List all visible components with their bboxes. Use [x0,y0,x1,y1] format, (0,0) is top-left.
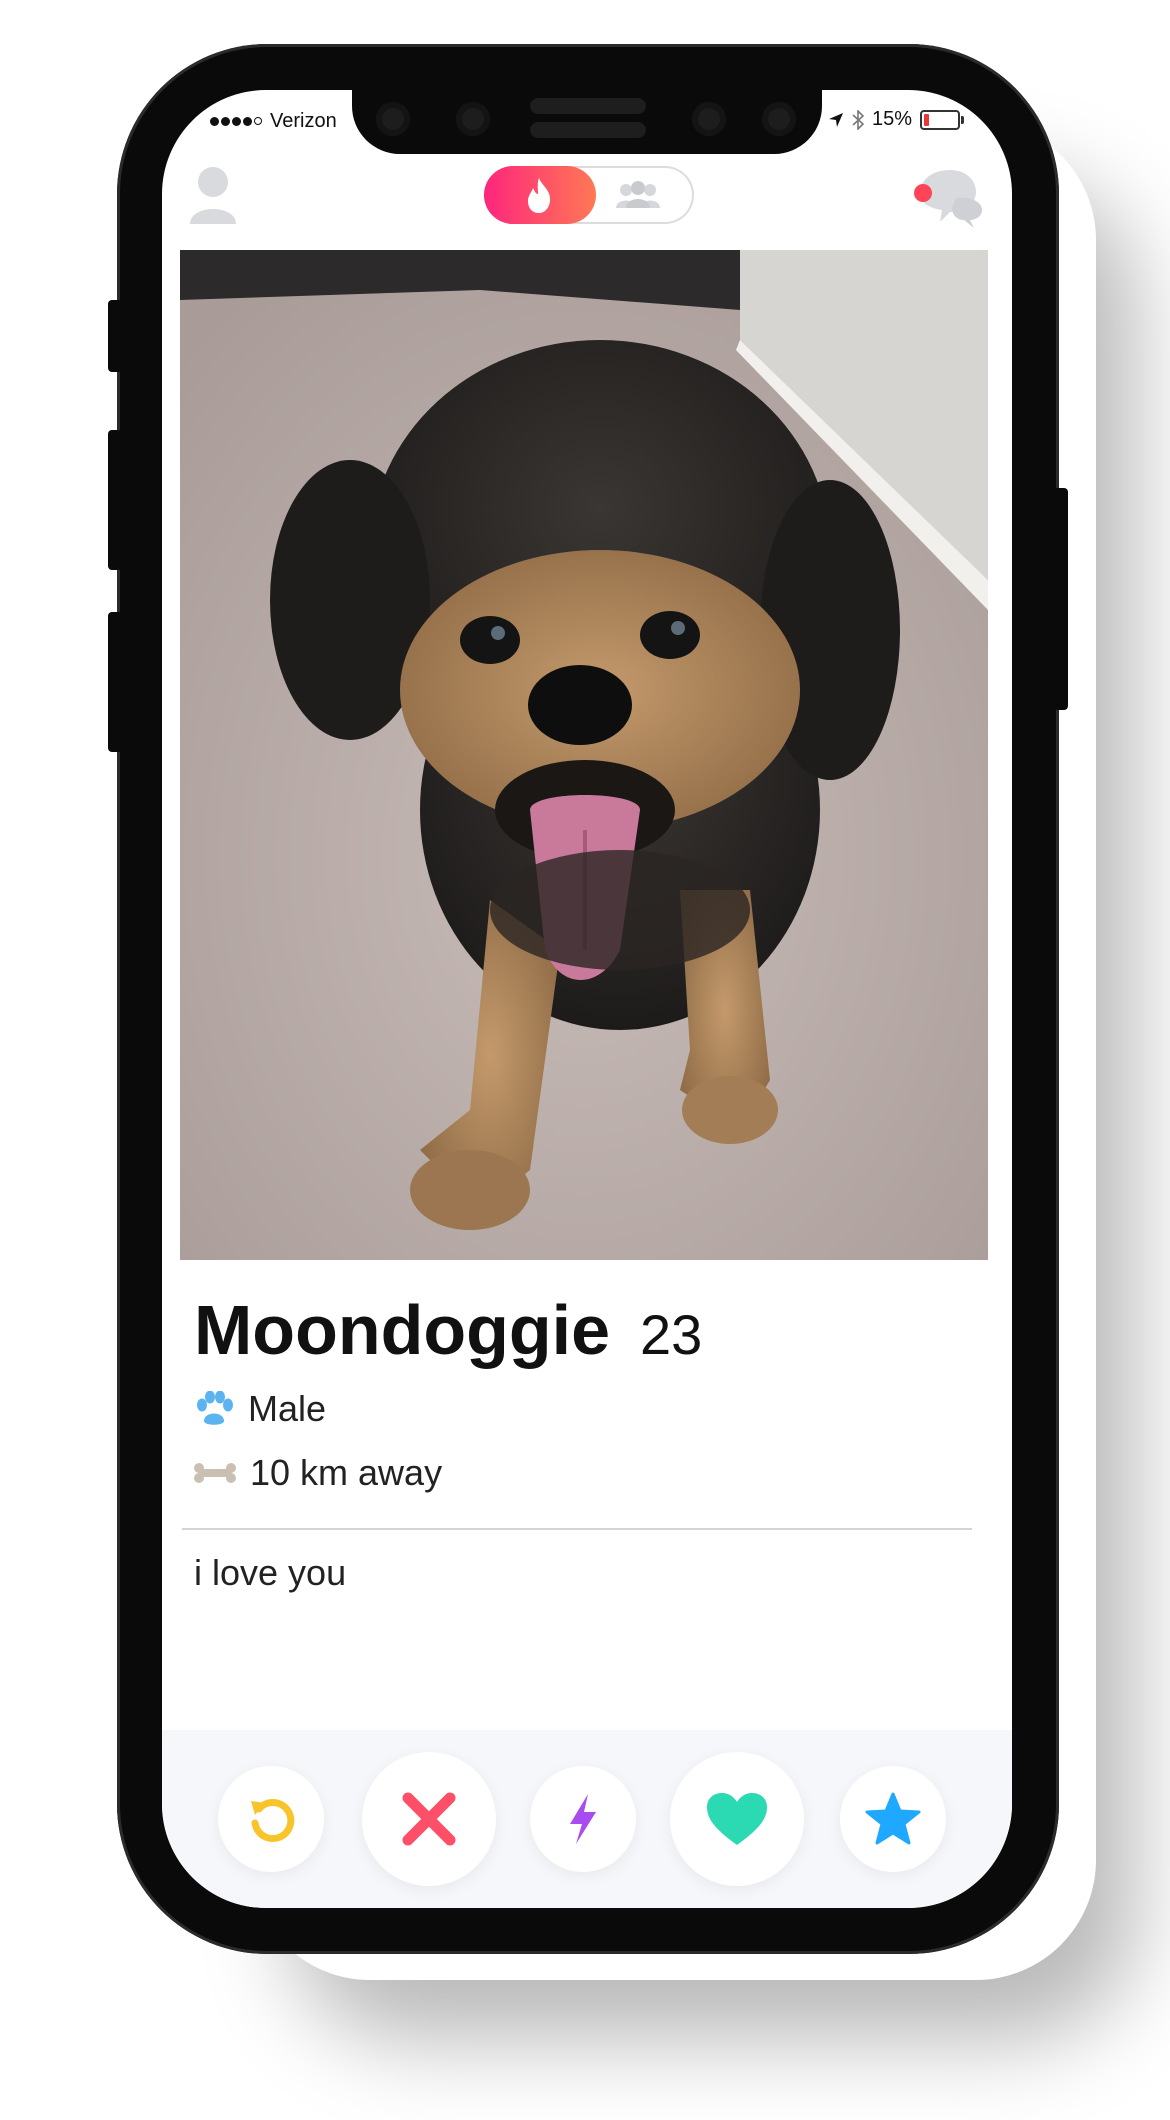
profile-card[interactable]: Moondoggie 23 Male 10 km away i love you [180,250,988,1728]
x-icon [402,1792,456,1846]
profile-name: Moondoggie [194,1291,611,1369]
battery-fill [924,113,929,126]
distance-label: 10 km away [250,1452,443,1493]
like-button[interactable] [670,1752,804,1886]
signal-icon [210,117,262,126]
bone-icon [194,1463,236,1483]
speaker-grille [530,98,646,114]
action-bar [162,1730,1012,1908]
front-camera [762,102,796,136]
battery-percent: 15% [871,108,912,130]
boost-button[interactable] [530,1766,636,1872]
new-message-dot [914,184,932,202]
side-button-power [1054,488,1068,710]
side-button-volume-up [108,430,122,570]
nope-button[interactable] [362,1752,496,1886]
sensor-dot [376,102,410,136]
status-bar-carrier: Verizon [210,110,337,133]
profile-bio: i love you [194,1552,347,1593]
speaker-grille-lower [530,122,646,138]
name-age-row: Moondoggie 23 [194,1290,702,1370]
star-icon [865,1792,921,1845]
status-bar-right: 15% [828,108,964,131]
rewind-icon [251,1799,295,1842]
distance-row: 10 km away [194,1452,442,1494]
discover-social-toggle[interactable] [484,166,694,224]
profile-age: 23 [640,1303,703,1366]
lightning-icon [570,1794,596,1844]
rewind-button[interactable] [218,1766,324,1872]
flame-icon [528,178,551,213]
heart-icon [707,1793,767,1845]
notch [352,90,822,154]
info-divider [182,1528,972,1530]
carrier-label: Verizon [270,110,337,132]
side-button-volume-down [108,612,122,752]
battery-icon [920,109,964,130]
phone-screen: Verizon 15% Moondoggie 23 Male 10 km awa… [162,90,1012,1908]
dog-photo-illustration [180,250,988,1260]
camera-dot [456,102,490,136]
location-arrow-icon [828,112,843,127]
gender-row: Male [194,1388,326,1430]
bluetooth-icon [852,109,864,130]
group-icon[interactable] [614,180,662,210]
gender-label: Male [248,1388,327,1429]
super-like-button[interactable] [840,1766,946,1872]
profile-photo[interactable] [180,250,988,1260]
user-icon[interactable] [188,162,238,226]
sensor-dot-right [692,102,726,136]
paw-icon [197,1391,233,1425]
side-button-silent [108,300,122,372]
